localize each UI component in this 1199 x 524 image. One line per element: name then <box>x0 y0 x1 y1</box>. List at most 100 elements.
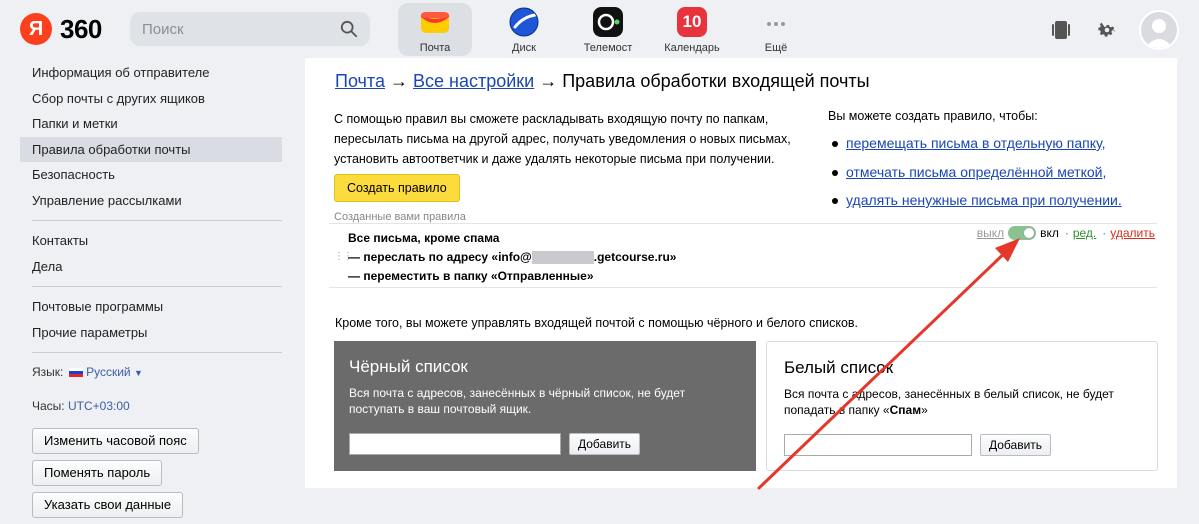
list-item: перемещать письма в отдельную папку, <box>828 129 1168 158</box>
rule-forward-suffix: .getcourse.ru» <box>593 250 677 264</box>
page-title: Правила обработки входящей почты <box>562 71 870 91</box>
rule-item[interactable]: Все письма, кроме спама — переслать по а… <box>348 229 676 286</box>
settings-button[interactable] <box>1087 10 1127 50</box>
settings-sidebar: Информация об отправителе Сбор почты с д… <box>20 60 282 518</box>
services-bar: Почта Диск Телемост 10 Календарь Ещё <box>398 3 818 56</box>
disk-icon <box>509 7 539 37</box>
timezone-label: Часы: <box>32 399 65 413</box>
separator-dot: · <box>1064 226 1069 240</box>
rule-edit-link[interactable]: ред. <box>1073 226 1096 240</box>
service-disk[interactable]: Диск <box>482 3 566 56</box>
rule-forward-prefix: — переслать по адресу «info@ <box>348 250 532 264</box>
sidebar-divider <box>32 220 282 221</box>
language-row: Язык: Русский ▼ <box>20 360 282 384</box>
rule-off-link[interactable]: выкл <box>977 226 1004 240</box>
sidebar-item-sender-info[interactable]: Информация об отправителе <box>20 60 282 86</box>
header: Я 360 Поиск Почта Диск Телемост 10 Кален… <box>0 0 1199 60</box>
russia-flag-icon <box>68 368 83 378</box>
sidebar-item-security[interactable]: Безопасность <box>20 162 282 188</box>
whitelist-input[interactable] <box>784 434 972 456</box>
divider <box>329 223 1157 224</box>
main-panel: Почта → Все настройки → Правила обработк… <box>305 58 1177 488</box>
blacklist-form: Добавить <box>349 433 741 455</box>
whitelist-title: Белый список <box>784 358 894 377</box>
sidebar-item-todo[interactable]: Дела <box>20 254 282 280</box>
suggestion-delete-link[interactable]: удалять ненужные письма при получении. <box>846 192 1122 208</box>
suggestion-move-link[interactable]: перемещать письма в отдельную папку, <box>846 135 1106 151</box>
language-label: Язык: <box>32 365 64 379</box>
service-calendar[interactable]: 10 Календарь <box>650 3 734 56</box>
sidebar-item-filters[interactable]: Правила обработки почты <box>20 136 282 162</box>
sidebar-item-mail-collector[interactable]: Сбор почты с других ящиков <box>20 86 282 112</box>
service-more-label: Ещё <box>764 42 788 54</box>
suggestion-label-link[interactable]: отмечать письма определённой меткой, <box>846 164 1106 180</box>
language-value: Русский <box>86 365 131 379</box>
header-actions <box>1035 10 1179 50</box>
calendar-badge: 10 <box>682 12 702 31</box>
avatar[interactable] <box>1139 10 1179 50</box>
divider <box>329 287 1157 288</box>
rule-action-move: — переместить в папку «Отправленные» <box>348 269 594 283</box>
rule-controls: выкл вкл · ред. · удалить <box>977 226 1155 240</box>
breadcrumb-settings-link[interactable]: Все настройки <box>413 71 534 91</box>
phone-icon <box>1052 21 1070 39</box>
whitelist-desc: Вся почта с адресов, занесённых в белый … <box>784 386 1144 418</box>
rule-delete-link[interactable]: удалить <box>1110 226 1155 240</box>
change-timezone-button[interactable]: Изменить часовой пояс <box>32 428 199 454</box>
calendar-icon: 10 <box>677 7 707 37</box>
blacklist-add-button[interactable]: Добавить <box>569 433 641 455</box>
separator-dot: · <box>1102 226 1107 240</box>
lists-intro: Кроме того, вы можете управлять входящей… <box>335 316 859 330</box>
sidebar-item-mail-clients[interactable]: Почтовые программы <box>20 294 282 320</box>
breadcrumb: Почта → Все настройки → Правила обработк… <box>335 71 870 92</box>
timezone-value: UTC+03:00 <box>67 399 130 413</box>
list-item: отмечать письма определённой меткой, <box>828 158 1168 187</box>
yandex-logo-icon: Я <box>20 13 52 45</box>
whitelist-desc-text: Вся почта с адресов, занесённых в белый … <box>784 387 1114 417</box>
logo-text: 360 <box>60 13 102 44</box>
rules-caption: Созданные вами правила <box>334 211 466 223</box>
intro-text: С помощью правил вы сможете раскладывать… <box>334 112 791 166</box>
sidebar-item-folders-labels[interactable]: Папки и метки <box>20 111 282 137</box>
more-icon <box>767 22 785 26</box>
service-calendar-label: Календарь <box>664 42 720 54</box>
blacklist-title: Чёрный список <box>349 357 468 376</box>
blacklist-desc: Вся почта с адресов, занесённых в чёрный… <box>349 386 686 416</box>
service-mail-label: Почта <box>419 42 451 54</box>
service-more[interactable]: Ещё <box>734 3 818 56</box>
change-password-button[interactable]: Поменять пароль <box>32 460 163 486</box>
search-icon[interactable] <box>340 20 358 38</box>
sidebar-item-other-params[interactable]: Прочие параметры <box>20 320 282 346</box>
gear-icon <box>1098 22 1116 37</box>
device-button[interactable] <box>1041 10 1081 50</box>
service-telemost-label: Телемост <box>583 42 633 54</box>
rule-toggle[interactable] <box>1008 226 1037 240</box>
whitelist-add-button[interactable]: Добавить <box>980 434 1052 456</box>
blacklist-panel: Чёрный список Вся почта с адресов, занес… <box>334 341 756 471</box>
create-rule-button[interactable]: Создать правило <box>334 174 460 202</box>
list-item: удалять ненужные письма при получении. <box>828 186 1168 215</box>
service-disk-label: Диск <box>512 42 536 54</box>
breadcrumb-separator: → <box>534 71 563 91</box>
sidebar-divider <box>32 286 282 287</box>
rule-suggestions: Вы можете создать правило, чтобы: переме… <box>828 109 1168 215</box>
rule-on-label: вкл <box>1040 226 1059 240</box>
service-mail[interactable]: Почта <box>398 3 472 56</box>
telemost-icon <box>593 7 623 37</box>
rule-condition: Все письма, кроме спама <box>348 231 500 245</box>
sidebar-buttons: Изменить часовой пояс Поменять пароль Ук… <box>20 428 282 518</box>
sidebar-item-contacts[interactable]: Контакты <box>20 228 282 254</box>
edit-personal-data-button[interactable]: Указать свои данные <box>32 492 184 518</box>
language-select[interactable]: Русский ▼ <box>67 365 143 379</box>
spam-folder-name: Спам <box>889 403 922 417</box>
blacklist-input[interactable] <box>349 433 561 455</box>
mail-icon <box>421 12 449 33</box>
yandex-360-logo[interactable]: Я 360 <box>20 13 102 45</box>
breadcrumb-mail-link[interactable]: Почта <box>335 71 385 91</box>
service-telemost[interactable]: Телемост <box>566 3 650 56</box>
timezone-row: Часы: UTC+03:00 <box>20 394 282 418</box>
search-input[interactable]: Поиск <box>142 21 340 38</box>
sidebar-item-subscriptions[interactable]: Управление рассылками <box>20 188 282 214</box>
sidebar-divider <box>32 352 282 353</box>
search-box[interactable]: Поиск <box>130 12 370 46</box>
